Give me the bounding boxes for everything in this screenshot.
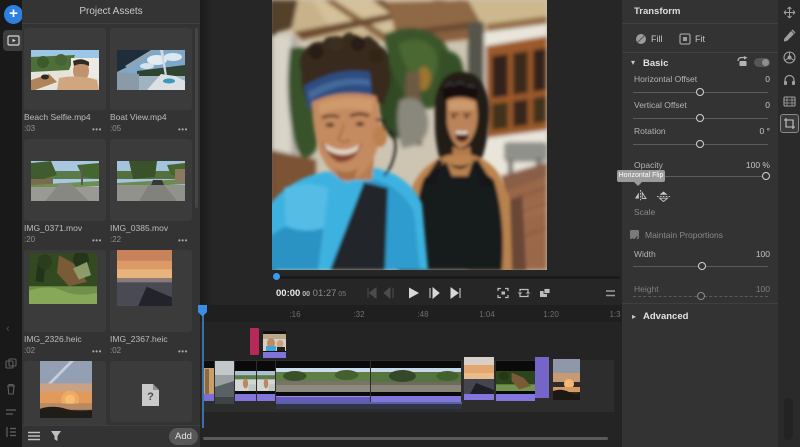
- svg-text:?: ?: [147, 391, 154, 403]
